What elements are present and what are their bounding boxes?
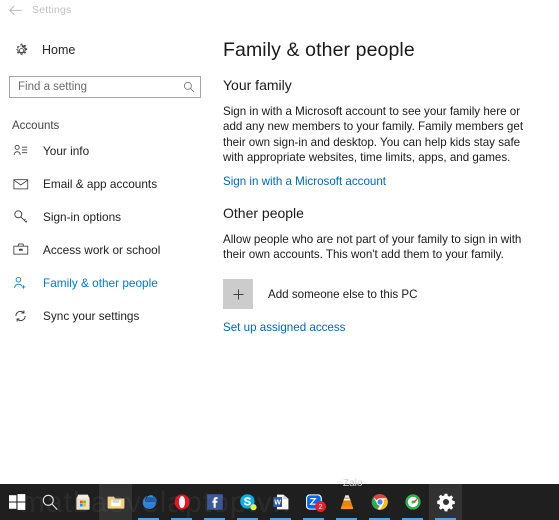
taskbar-microsoft-edge[interactable] <box>132 484 165 520</box>
skype-icon <box>238 492 258 512</box>
opera-icon <box>172 492 192 512</box>
sidebar-item-label: Sync your settings <box>43 309 139 323</box>
sidebar-home-label: Home <box>42 43 75 57</box>
taskbar-settings-app[interactable] <box>429 484 462 520</box>
taskbar-tooltip: Zalo <box>343 478 362 489</box>
sidebar-item-label: Access work or school <box>43 243 160 257</box>
section-heading-your-family: Your family <box>223 77 559 93</box>
sidebar: Home Accounts You <box>0 20 213 484</box>
sidebar-item-sync-your-settings[interactable]: Sync your settings <box>0 305 213 326</box>
sidebar-item-label: Email & app accounts <box>43 177 157 191</box>
gear-icon <box>436 492 456 512</box>
person-add-icon <box>10 274 31 292</box>
folder-icon <box>106 492 126 512</box>
gear-icon-svg <box>14 43 29 58</box>
search-icon <box>40 492 60 512</box>
sign-in-microsoft-account-link[interactable]: Sign in with a Microsoft account <box>223 175 386 188</box>
set-up-assigned-access-link[interactable]: Set up assigned access <box>223 321 345 334</box>
sidebar-item-access-work-or-school[interactable]: Access work or school <box>0 239 213 260</box>
taskbar-coccoc-browser[interactable] <box>396 484 429 520</box>
sidebar-item-family-other-people[interactable]: Family & other people <box>0 272 213 293</box>
title-bar: Settings <box>0 0 559 20</box>
svg-text:W: W <box>274 497 281 506</box>
sidebar-group-title: Accounts <box>12 120 213 132</box>
person-info-icon <box>10 142 31 160</box>
settings-window: Settings Home Accounts <box>0 0 559 520</box>
taskbar-microsoft-word[interactable]: W <box>264 484 297 520</box>
taskbar-opera-browser[interactable] <box>165 484 198 520</box>
plus-icon <box>223 279 253 309</box>
plus-icon-svg <box>232 288 245 301</box>
sidebar-nav-list: Your info Email & app accounts <box>0 140 213 326</box>
zalo-notification-badge: 2 <box>315 501 326 512</box>
back-button[interactable] <box>0 0 30 20</box>
sidebar-item-email-app-accounts[interactable]: Email & app accounts <box>0 173 213 194</box>
chrome-icon <box>370 492 390 512</box>
store-icon <box>73 492 93 512</box>
sidebar-item-label: Sign-in options <box>43 210 121 224</box>
taskbar-search-button[interactable] <box>33 484 66 520</box>
section-body-other-people: Allow people who are not part of your fa… <box>223 232 542 263</box>
edge-icon <box>139 492 159 512</box>
key-icon <box>10 208 31 226</box>
add-someone-else-button[interactable]: Add someone else to this PC <box>223 279 559 309</box>
sidebar-item-your-info[interactable]: Your info <box>0 140 213 161</box>
taskbar-empty-area <box>462 484 559 520</box>
section-heading-other-people: Other people <box>223 205 559 221</box>
taskbar-file-explorer[interactable] <box>99 484 132 520</box>
sidebar-item-home[interactable]: Home <box>0 37 213 63</box>
envelope-icon <box>10 175 31 193</box>
window-title: Settings <box>32 4 72 16</box>
back-arrow-icon <box>9 5 22 16</box>
taskbar-skype-app[interactable] <box>231 484 264 520</box>
sidebar-item-label: Family & other people <box>43 276 158 290</box>
taskbar: W 2 <box>0 484 559 520</box>
word-icon: W <box>271 492 291 512</box>
add-someone-else-label: Add someone else to this PC <box>268 288 418 301</box>
sidebar-item-label: Your info <box>43 144 89 158</box>
search-icon[interactable] <box>178 77 200 97</box>
section-body-your-family: Sign in with a Microsoft account to see … <box>223 104 542 166</box>
sidebar-item-sign-in-options[interactable]: Sign-in options <box>0 206 213 227</box>
vlc-cone-icon <box>337 492 357 512</box>
sync-icon <box>10 307 31 325</box>
taskbar-zalo-app[interactable]: 2 <box>297 484 330 520</box>
search-box[interactable] <box>9 76 201 98</box>
coccoc-icon <box>403 492 423 512</box>
search-input[interactable] <box>10 77 178 97</box>
start-button[interactable] <box>0 484 33 520</box>
taskbar-microsoft-store[interactable] <box>66 484 99 520</box>
briefcase-icon <box>10 241 31 259</box>
main-content: Family & other people Your family Sign i… <box>213 20 559 484</box>
windows-logo-icon <box>7 492 27 512</box>
taskbar-google-chrome[interactable] <box>363 484 396 520</box>
search-icon-svg <box>183 81 195 93</box>
facebook-icon <box>205 492 225 512</box>
page-title: Family & other people <box>223 39 559 62</box>
taskbar-vlc-player[interactable] <box>330 484 363 520</box>
taskbar-facebook-app[interactable] <box>198 484 231 520</box>
gear-icon <box>10 39 32 61</box>
